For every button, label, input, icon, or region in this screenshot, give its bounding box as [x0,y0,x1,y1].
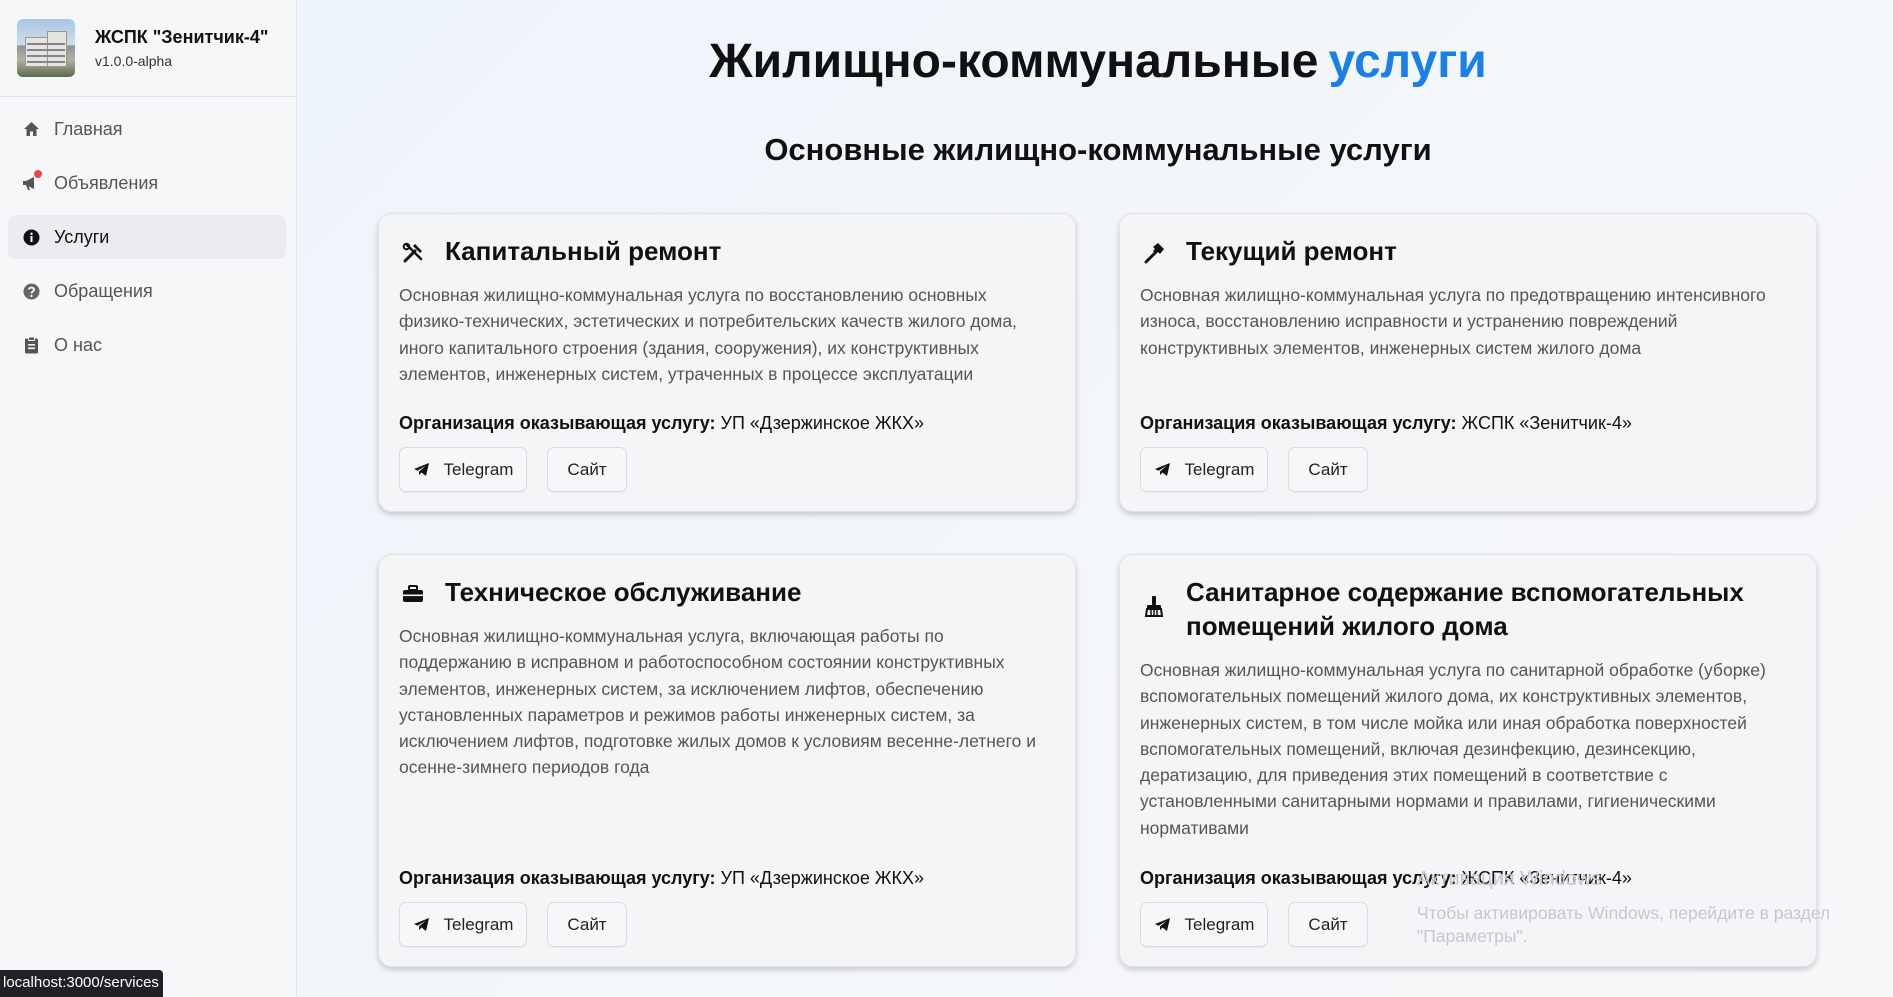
telegram-button[interactable]: Telegram [1140,447,1268,492]
card-description: Основная жилищно-коммунальная услуга, вк… [399,626,1036,778]
watermark-line1: Активация Windows [1417,868,1602,890]
sidebar-item-label: О нас [54,334,102,355]
sidebar-item-label: Главная [54,118,123,139]
telegram-icon [1154,918,1170,931]
toolbox-icon [401,582,425,606]
sidebar: ЖСПК "Зенитчик-4" v1.0.0-alpha Главная О… [0,0,297,997]
windows-activation-watermark: Активация Windows Чтобы активировать Win… [1417,866,1857,948]
telegram-icon [1154,463,1170,476]
site-button[interactable]: Сайт [1288,447,1368,492]
broom-icon [1142,594,1166,618]
page-title: Жилищно-коммунальные услуги [298,34,1893,89]
sidebar-item-label: Обращения [54,280,153,301]
org-label: Организация оказывающая услугу: [1140,868,1457,888]
card-description: Основная жилищно-коммунальная услуга по … [1140,285,1766,358]
org-value: УП «Дзержинское ЖКХ» [720,868,925,888]
card-title: Техническое обслуживание [445,577,802,607]
sidebar-item-home[interactable]: Главная [8,107,286,151]
card-description: Основная жилищно-коммунальная услуга по … [399,285,1017,384]
org-label: Организация оказывающая услугу: [399,413,716,433]
page-title-accent: услуги [1328,35,1487,88]
telegram-label: Telegram [1184,914,1255,934]
notification-badge [34,170,42,178]
main-content: Жилищно-коммунальные услуги Основные жили… [298,0,1893,997]
card-organization: Организация оказывающая услугу: УП «Дзер… [399,413,924,434]
app-version: v1.0.0-alpha [95,53,173,69]
org-value: ЖСПК «Зенитчик-4» [1461,413,1632,433]
sidebar-item-about[interactable]: О нас [8,323,286,367]
site-button[interactable]: Сайт [547,902,627,947]
logo-image [17,19,75,77]
org-label: Организация оказывающая услугу: [399,868,716,888]
home-icon [20,118,42,140]
org-value: УП «Дзержинское ЖКХ» [720,413,925,433]
brand[interactable]: ЖСПК "Зенитчик-4" v1.0.0-alpha [0,0,296,97]
sidebar-item-services[interactable]: Услуги [8,215,286,259]
section-title: Основные жилищно-коммунальные услуги [764,132,1432,167]
telegram-icon [413,918,429,931]
site-button[interactable]: Сайт [1288,902,1368,947]
tools-icon [401,241,425,265]
telegram-label: Telegram [443,914,514,934]
telegram-button[interactable]: Telegram [399,447,527,492]
service-card-current-repair: Текущий ремонт Основная жилищно-коммунал… [1119,213,1817,512]
app-title: ЖСПК "Зенитчик-4" [95,27,269,47]
site-button[interactable]: Сайт [547,447,627,492]
telegram-icon [413,463,429,476]
service-card-capital-repair: Капитальный ремонт Основная жилищно-комм… [378,213,1076,512]
sidebar-item-requests[interactable]: Обращения [8,269,286,313]
card-title: Санитарное содержание вспомогательных по… [1186,577,1744,641]
hammer-icon [1142,241,1166,265]
telegram-label: Telegram [1184,459,1255,479]
card-organization: Организация оказывающая услугу: ЖСПК «Зе… [1140,413,1632,434]
telegram-button[interactable]: Telegram [399,902,527,947]
telegram-button[interactable]: Telegram [1140,902,1268,947]
page-title-main: Жилищно-коммунальные [709,35,1319,88]
sidebar-item-announcements[interactable]: Объявления [8,161,286,205]
sidebar-nav: Главная Объявления Услуги Обращения О на… [0,97,296,367]
card-title: Текущий ремонт [1186,236,1397,266]
sidebar-item-label: Объявления [54,172,159,193]
sidebar-item-label: Услуги [54,226,110,247]
watermark-line2: Чтобы активировать Windows, перейдите в … [1417,903,1831,946]
card-title: Капитальный ремонт [445,236,722,266]
org-label: Организация оказывающая услугу: [1140,413,1457,433]
card-organization: Организация оказывающая услугу: УП «Дзер… [399,868,924,889]
clipboard-icon [20,334,42,356]
service-card-maintenance: Техническое обслуживание Основная жилищн… [378,554,1076,967]
megaphone-icon [20,170,42,194]
status-url: localhost:3000/services [0,970,163,997]
info-icon [20,226,42,248]
telegram-label: Telegram [443,459,514,479]
question-icon [20,280,42,302]
card-description: Основная жилищно-коммунальная услуга по … [1140,660,1766,838]
